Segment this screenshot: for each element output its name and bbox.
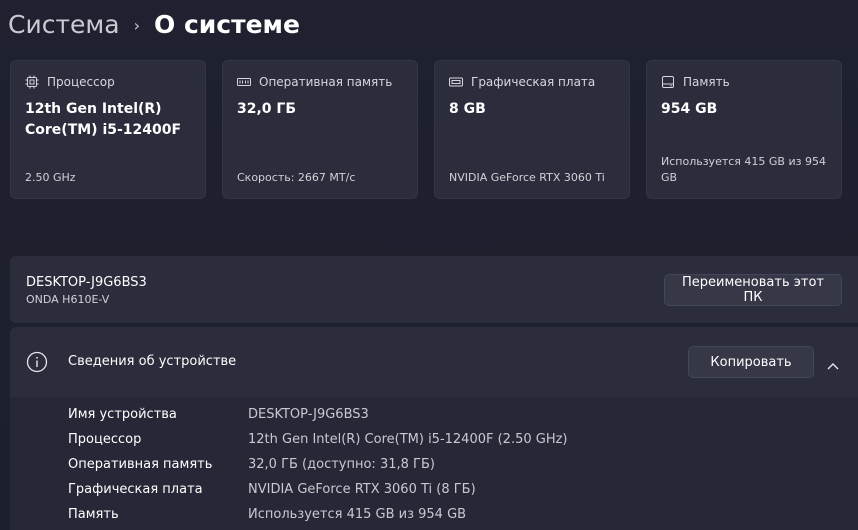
card-subtext: 2.50 GHz bbox=[25, 171, 76, 184]
detail-value: 32,0 ГБ (доступно: 31,8 ГБ) bbox=[248, 457, 435, 472]
detail-value: Используется 415 GB из 954 GB bbox=[248, 507, 467, 522]
card-label: Графическая плата bbox=[471, 75, 596, 89]
pc-model: ONDA H610E-V bbox=[26, 293, 110, 306]
spec-card-ram: Оперативная память 32,0 ГБ Скорость: 266… bbox=[222, 60, 418, 199]
processor-chip-icon bbox=[25, 75, 39, 89]
device-info-details: Имя устройства DESKTOP-J9G6BS3 Процессор… bbox=[10, 397, 858, 530]
card-value: 32,0 ГБ bbox=[237, 101, 297, 117]
breadcrumb-parent-link[interactable]: Система bbox=[8, 10, 120, 39]
card-label: Оперативная память bbox=[259, 75, 393, 89]
spec-card-processor: Процессор 12th Gen Intel(R) Core(TM) i5-… bbox=[10, 60, 206, 199]
detail-value: DESKTOP-J9G6BS3 bbox=[248, 407, 369, 422]
detail-value: 12th Gen Intel(R) Core(TM) i5-12400F (2.… bbox=[248, 432, 568, 447]
card-value: 12th Gen Intel(R) Core(TM) i5-12400F bbox=[25, 101, 182, 138]
card-label: Процессор bbox=[47, 75, 115, 89]
chevron-right-icon: › bbox=[133, 15, 140, 35]
spec-card-gpu: Графическая плата 8 GB NVIDIA GeForce RT… bbox=[434, 60, 630, 199]
detail-key: Графическая плата bbox=[68, 482, 203, 497]
rename-pc-button[interactable]: Переименовать этот ПК bbox=[664, 274, 842, 306]
detail-key: Имя устройства bbox=[68, 407, 177, 422]
card-subtext: NVIDIA GeForce RTX 3060 Ti bbox=[449, 171, 605, 184]
card-label: Память bbox=[683, 75, 730, 89]
pc-name-panel: DESKTOP-J9G6BS3 ONDA H610E-V Переименова… bbox=[10, 256, 858, 323]
detail-key: Память bbox=[68, 507, 119, 522]
storage-drive-icon bbox=[661, 75, 675, 89]
device-info-header[interactable]: Сведения об устройстве Копировать bbox=[10, 327, 858, 397]
card-subtext: Используется 415 GB из 954 GB bbox=[661, 155, 826, 184]
detail-key: Процессор bbox=[68, 432, 142, 447]
detail-key: Оперативная память bbox=[68, 457, 213, 472]
card-value: 8 GB bbox=[449, 101, 486, 117]
page-title: О системе bbox=[153, 9, 300, 39]
card-subtext: Скорость: 2667 МТ/с bbox=[237, 171, 356, 184]
chevron-up-icon[interactable] bbox=[826, 356, 840, 370]
spec-card-storage: Память 954 GB Используется 415 GB из 954… bbox=[646, 60, 842, 199]
copy-button[interactable]: Копировать bbox=[688, 346, 814, 378]
device-info-title: Сведения об устройстве bbox=[68, 354, 237, 369]
info-icon bbox=[26, 351, 48, 373]
memory-ram-icon bbox=[237, 75, 251, 89]
detail-value: NVIDIA GeForce RTX 3060 Ti (8 ГБ) bbox=[248, 482, 476, 497]
card-value: 954 GB bbox=[661, 101, 718, 117]
breadcrumb: Система › О системе bbox=[8, 4, 300, 44]
graphics-card-icon bbox=[449, 75, 463, 89]
pc-name: DESKTOP-J9G6BS3 bbox=[26, 275, 147, 290]
